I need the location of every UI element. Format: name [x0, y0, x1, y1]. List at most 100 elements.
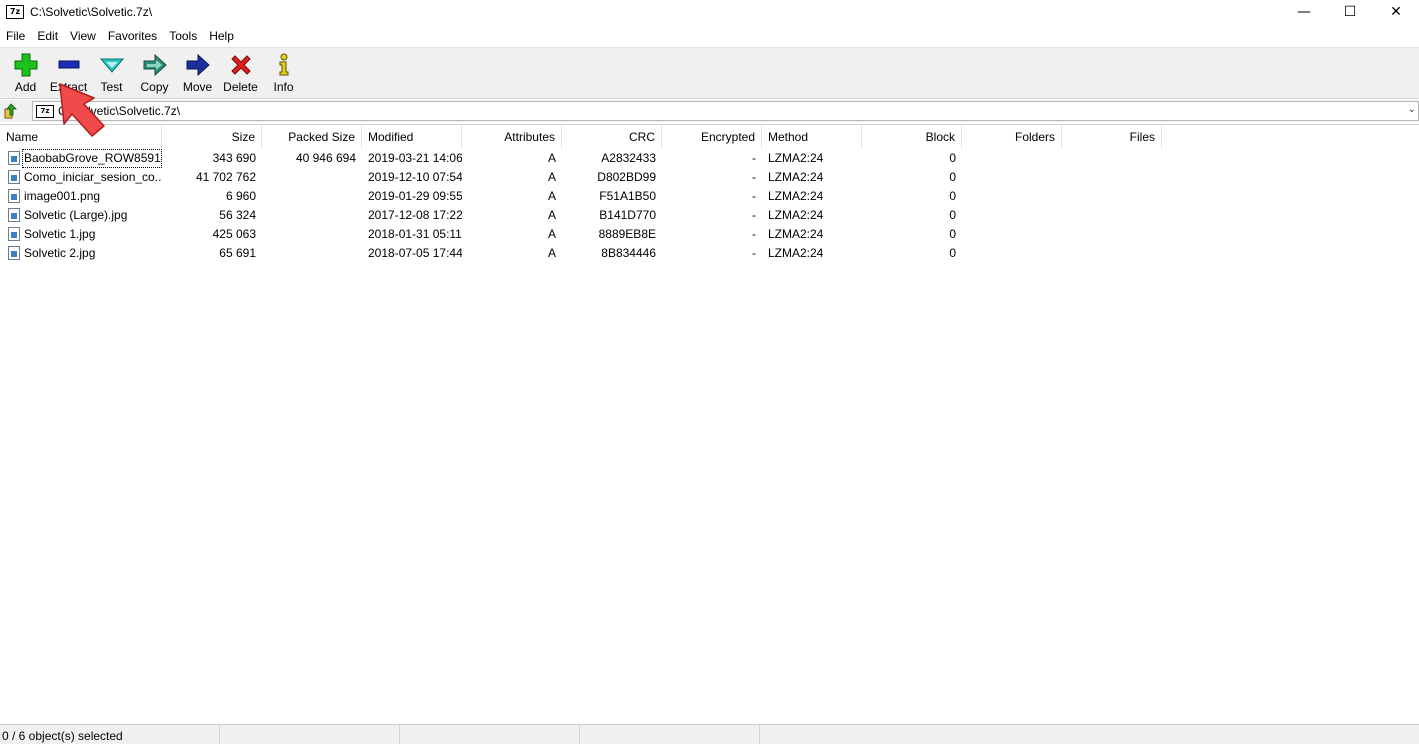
- info-label: Info: [273, 80, 294, 94]
- path-input[interactable]: 7z C:\Solvetic\Solvetic.7z\ ⌄: [32, 101, 1419, 121]
- file-block: 0: [949, 227, 956, 241]
- column-header-modified[interactable]: Modified: [362, 125, 462, 149]
- file-size: 65 691: [219, 246, 256, 260]
- menu-help[interactable]: Help: [203, 29, 240, 43]
- file-size: 6 960: [225, 189, 256, 203]
- file-name[interactable]: Como_iniciar_sesion_co...: [22, 168, 162, 187]
- status-bar: 0 / 6 object(s) selected: [0, 724, 1419, 744]
- status-segment-2: [220, 724, 400, 744]
- copy-icon: [143, 53, 167, 77]
- menu-favorites[interactable]: Favorites: [102, 29, 163, 43]
- column-header-size[interactable]: Size: [162, 125, 262, 149]
- file-modified: 2019-03-21 14:06: [368, 151, 462, 165]
- column-header-files[interactable]: Files: [1062, 125, 1162, 149]
- folder-up-icon[interactable]: [0, 101, 22, 121]
- file-size: 41 702 762: [195, 170, 256, 184]
- file-attributes: A: [547, 227, 556, 241]
- file-attributes: A: [547, 208, 556, 222]
- file-icon: [8, 170, 20, 184]
- file-name[interactable]: Solvetic 1.jpg: [22, 225, 162, 244]
- file-crc: 8B834446: [601, 246, 656, 260]
- menu-view[interactable]: View: [64, 29, 102, 43]
- copy-button[interactable]: Copy: [133, 48, 176, 98]
- file-icon: [8, 189, 20, 203]
- add-button[interactable]: Add: [4, 48, 47, 98]
- file-block: 0: [949, 170, 956, 184]
- table-row[interactable]: Como_iniciar_sesion_co... 41 702 762 201…: [0, 168, 1419, 187]
- file-icon: [8, 208, 20, 222]
- file-icon: [8, 227, 20, 241]
- file-name[interactable]: image001.png: [22, 187, 162, 206]
- file-crc: A2832433: [601, 151, 656, 165]
- file-encrypted: -: [752, 170, 756, 184]
- file-crc: F51A1B50: [599, 189, 656, 203]
- status-segment-4: [580, 724, 760, 744]
- minimize-button[interactable]: —: [1281, 0, 1327, 24]
- file-method: LZMA2:24: [768, 246, 824, 260]
- column-header-block[interactable]: Block: [862, 125, 962, 149]
- column-header-crc[interactable]: CRC: [562, 125, 662, 149]
- pointer-arrow-icon: [59, 83, 105, 137]
- file-modified: 2018-01-31 05:11: [368, 227, 462, 241]
- file-name[interactable]: Solvetic 2.jpg: [22, 244, 162, 263]
- file-packed-size: [262, 168, 362, 187]
- file-attributes: A: [547, 151, 556, 165]
- table-row[interactable]: Solvetic (Large).jpg 56 324 2017-12-08 1…: [0, 206, 1419, 225]
- table-row[interactable]: BaobabGrove_ROW8591... 343 690 40 946 69…: [0, 149, 1419, 168]
- menu-tools[interactable]: Tools: [163, 29, 203, 43]
- file-packed-size: [262, 187, 362, 206]
- column-header-folders[interactable]: Folders: [962, 125, 1062, 149]
- column-header-row: Name Size Packed Size Modified Attribute…: [0, 125, 1419, 149]
- file-encrypted: -: [752, 246, 756, 260]
- file-block: 0: [949, 246, 956, 260]
- close-button[interactable]: ✕: [1373, 0, 1419, 24]
- move-label: Move: [182, 80, 213, 94]
- file-encrypted: -: [752, 227, 756, 241]
- file-method: LZMA2:24: [768, 170, 824, 184]
- file-encrypted: -: [752, 189, 756, 203]
- file-attributes: A: [547, 189, 556, 203]
- table-row[interactable]: Solvetic 2.jpg 65 691 2018-07-05 17:44 A…: [0, 244, 1419, 263]
- file-size: 343 690: [212, 151, 256, 165]
- file-encrypted: -: [752, 208, 756, 222]
- file-packed-size: [262, 225, 362, 244]
- file-packed-size: [262, 206, 362, 225]
- file-modified: 2017-12-08 17:22: [368, 208, 462, 222]
- file-icon: [8, 246, 20, 260]
- file-name[interactable]: BaobabGrove_ROW8591...: [22, 149, 162, 168]
- file-method: LZMA2:24: [768, 151, 824, 165]
- column-header-method[interactable]: Method: [762, 125, 862, 149]
- file-modified: 2018-07-05 17:44: [368, 246, 462, 260]
- add-icon: [14, 53, 37, 77]
- info-button[interactable]: Info: [262, 48, 305, 98]
- address-bar: 7z C:\Solvetic\Solvetic.7z\ ⌄: [0, 100, 1419, 122]
- file-name[interactable]: Solvetic (Large).jpg: [22, 206, 162, 225]
- file-attributes: A: [547, 246, 556, 260]
- file-method: LZMA2:24: [768, 227, 824, 241]
- file-modified: 2019-01-29 09:55: [368, 189, 462, 203]
- title-bar: 7z C:\Solvetic\Solvetic.7z\ — ☐ ✕: [0, 0, 1419, 24]
- column-header-encrypted[interactable]: Encrypted: [662, 125, 762, 149]
- chevron-down-icon[interactable]: ⌄: [1408, 104, 1416, 115]
- maximize-button[interactable]: ☐: [1327, 0, 1373, 24]
- file-list: Name Size Packed Size Modified Attribute…: [0, 124, 1419, 724]
- copy-label: Copy: [140, 80, 169, 94]
- table-row[interactable]: Solvetic 1.jpg 425 063 2018-01-31 05:11 …: [0, 225, 1419, 244]
- column-header-packed-size[interactable]: Packed Size: [262, 125, 362, 149]
- file-packed-size: [262, 244, 362, 263]
- menu-file[interactable]: File: [0, 29, 31, 43]
- window-title: C:\Solvetic\Solvetic.7z\: [30, 5, 153, 19]
- delete-label: Delete: [223, 80, 258, 94]
- extract-icon: [58, 60, 79, 69]
- table-row[interactable]: image001.png 6 960 2019-01-29 09:55 A F5…: [0, 187, 1419, 206]
- file-method: LZMA2:24: [768, 189, 824, 203]
- delete-button[interactable]: Delete: [219, 48, 262, 98]
- move-button[interactable]: Move: [176, 48, 219, 98]
- column-header-attributes[interactable]: Attributes: [462, 125, 562, 149]
- archive-icon: 7z: [36, 104, 54, 118]
- file-block: 0: [949, 189, 956, 203]
- info-icon: [279, 53, 288, 76]
- menu-edit[interactable]: Edit: [31, 29, 64, 43]
- file-crc: B141D770: [599, 208, 656, 222]
- file-attributes: A: [547, 170, 556, 184]
